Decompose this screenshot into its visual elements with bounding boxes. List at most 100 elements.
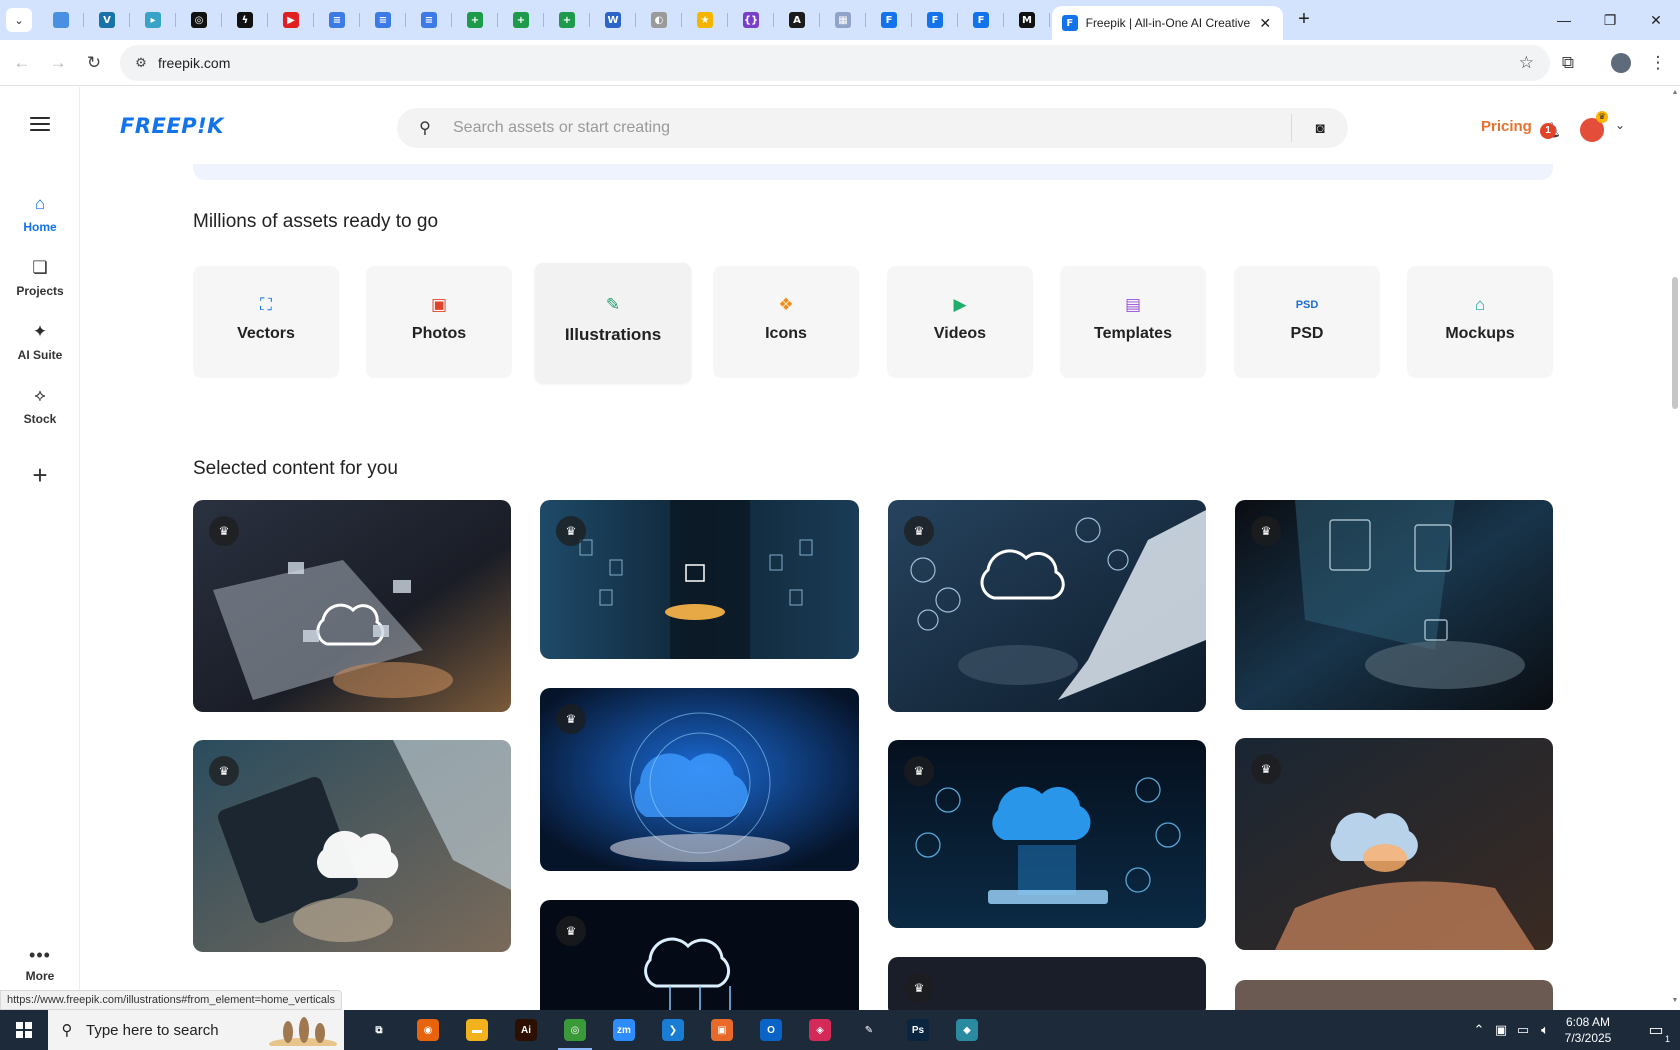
taskbar-clock[interactable]: 6:08 AM 7/3/2025 <box>1548 1014 1628 1046</box>
action-center-button[interactable]: ▭ 1 <box>1636 1010 1676 1050</box>
taskbar-app-creative-cloud[interactable]: ◈ <box>797 1010 843 1050</box>
pinned-tab[interactable]: ▸ <box>130 4 176 36</box>
taskbar-app-firefox[interactable]: ◉ <box>405 1010 451 1050</box>
search-input[interactable]: Search assets or start creating <box>453 119 1291 137</box>
category-videos[interactable]: ▶ Videos <box>887 266 1033 378</box>
pinned-tab[interactable]: ϟ <box>222 4 268 36</box>
sidebar-item-home[interactable]: ⌂ Home <box>0 192 80 234</box>
category-illustrations[interactable]: ✎ Illustrations <box>535 263 691 383</box>
network-icon[interactable]: ▭ <box>1512 1022 1534 1038</box>
taskbar-app-photoshop[interactable]: Ps <box>895 1010 941 1050</box>
gallery-card[interactable]: ♛ <box>1235 738 1553 950</box>
minimize-button[interactable]: — <box>1541 0 1587 40</box>
search-bar[interactable]: ⚲ Search assets or start creating ◙ <box>397 108 1348 148</box>
category-templates[interactable]: ▤ Templates <box>1060 266 1206 378</box>
pinned-tab[interactable]: V <box>84 4 130 36</box>
user-avatar[interactable]: ♛ <box>1580 111 1608 142</box>
gallery-card[interactable]: ♛ <box>888 957 1206 1010</box>
gallery-card[interactable]: ♛ <box>540 688 859 871</box>
taskbar-app-zoom[interactable]: zm <box>601 1010 647 1050</box>
taskbar-app-app-teal[interactable]: ◆ <box>944 1010 990 1050</box>
pinned-tab[interactable]: {} <box>728 4 774 36</box>
pinned-tab[interactable]: ▦ <box>820 4 866 36</box>
gallery-card[interactable]: ♛ <box>540 900 859 1010</box>
sidebar-more[interactable]: ••• More <box>0 946 80 983</box>
close-window-button[interactable]: ✕ <box>1633 0 1679 40</box>
pinned-tab[interactable]: M <box>1004 4 1050 36</box>
pinned-tab[interactable]: F <box>866 4 912 36</box>
taskbar-app-app-orange[interactable]: ▣ <box>699 1010 745 1050</box>
category-icons[interactable]: ❖ Icons <box>713 266 859 378</box>
pinned-tab[interactable]: ★ <box>682 4 728 36</box>
pinned-tab[interactable]: ◎ <box>176 4 222 36</box>
pricing-link[interactable]: Pricing <box>1481 118 1532 135</box>
menu-hamburger-icon[interactable] <box>30 117 50 135</box>
notifications-button[interactable]: 🔔︎ 1 <box>1540 121 1561 139</box>
restore-button[interactable]: ❐ <box>1587 0 1633 40</box>
pinned-tab[interactable]: W <box>590 4 636 36</box>
taskbar-app-pen-tool[interactable]: ✎ <box>846 1010 892 1050</box>
category-photos[interactable]: ▣ Photos <box>366 266 512 378</box>
search-icon[interactable]: ⚲ <box>397 118 453 138</box>
category-mockups[interactable]: ⌂ Mockups <box>1407 266 1553 378</box>
gallery-card[interactable]: ♛ <box>193 500 511 712</box>
tray-app-icon[interactable]: ▣ <box>1490 1022 1512 1038</box>
pinned-tab[interactable]: ◐ <box>636 4 682 36</box>
start-button[interactable] <box>0 1010 48 1050</box>
scrollbar-thumb[interactable] <box>1672 277 1678 409</box>
clock-time: 6:08 AM <box>1565 1015 1611 1029</box>
taskbar-app-vscode[interactable]: ❯ <box>650 1010 696 1050</box>
scroll-down-icon[interactable]: ▼ <box>1670 997 1680 1004</box>
sidebar-item-projects[interactable]: ❏ Projects <box>0 256 80 298</box>
gallery-card[interactable]: ♛ <box>540 500 859 659</box>
taskbar-app-illustrator[interactable]: Ai <box>503 1010 549 1050</box>
create-plus-button[interactable]: + <box>20 456 60 496</box>
gallery-card[interactable]: ♛ <box>888 740 1206 928</box>
taskbar-search[interactable]: ⚲ Type here to search <box>48 1010 344 1050</box>
scroll-up-icon[interactable]: ▲ <box>1670 89 1680 96</box>
gallery-card[interactable] <box>1235 980 1553 1010</box>
reload-button[interactable]: ↻ <box>81 50 107 76</box>
taskbar-search-text[interactable]: Type here to search <box>86 1022 219 1039</box>
url-text[interactable]: freepik.com <box>158 55 230 71</box>
taskbar-app-file-explorer[interactable]: ▬ <box>454 1010 500 1050</box>
pinned-tab[interactable]: ≡ <box>314 4 360 36</box>
freepik-logo[interactable]: FREEP!K <box>120 114 224 138</box>
new-tab-button[interactable]: + <box>1292 8 1316 32</box>
pinned-tab[interactable]: ≡ <box>360 4 406 36</box>
sidebar-item-ai-suite[interactable]: ✦ AI Suite <box>0 320 80 362</box>
gallery-card[interactable]: ♛ <box>193 740 511 952</box>
profile-avatar[interactable] <box>1608 50 1634 76</box>
page-scrollbar[interactable]: ▲ ▼ <box>1670 87 1680 1010</box>
extensions-icon[interactable]: ⧉ <box>1555 50 1581 76</box>
site-info-icon[interactable]: ⚙ <box>124 55 158 71</box>
category-vectors[interactable]: ⛶ Vectors <box>193 266 339 378</box>
pinned-tab[interactable]: + <box>452 4 498 36</box>
bookmark-star-icon[interactable]: ☆ <box>1519 53 1534 73</box>
browser-menu-icon[interactable]: ⋮ <box>1645 50 1671 76</box>
pinned-tab[interactable] <box>38 4 84 36</box>
taskbar-app-chrome[interactable]: ◎ <box>552 1010 598 1050</box>
sidebar-item-stock[interactable]: ⟡ Stock <box>0 384 80 426</box>
pinned-tab[interactable]: + <box>544 4 590 36</box>
forward-button[interactable]: → <box>45 50 71 76</box>
chevron-down-icon[interactable]: ⌄ <box>1615 118 1625 132</box>
taskbar-app-outlook[interactable]: O <box>748 1010 794 1050</box>
category-psd[interactable]: PSD PSD <box>1234 266 1380 378</box>
tab-search-button[interactable]: ⌄ <box>6 8 32 32</box>
pinned-tab[interactable]: F <box>958 4 1004 36</box>
pinned-tab[interactable]: + <box>498 4 544 36</box>
active-tab[interactable]: F Freepik | All-in-One AI Creative ✕ <box>1052 6 1283 40</box>
pinned-tab[interactable]: A <box>774 4 820 36</box>
taskbar-app-task-view[interactable]: ⧉ <box>356 1010 402 1050</box>
back-button[interactable]: ← <box>9 50 35 76</box>
close-tab-icon[interactable]: ✕ <box>1257 15 1273 32</box>
gallery-card[interactable]: ♛ <box>888 500 1206 712</box>
gallery-card[interactable]: ♛ <box>1235 500 1553 710</box>
address-bar[interactable]: ⚙ freepik.com ☆ <box>120 45 1550 81</box>
pinned-tab[interactable]: ▶ <box>268 4 314 36</box>
camera-search-icon[interactable]: ◙ <box>1292 120 1348 137</box>
tray-chevron-up-icon[interactable]: ⌃ <box>1468 1022 1490 1038</box>
pinned-tab[interactable]: F <box>912 4 958 36</box>
pinned-tab[interactable]: ≡ <box>406 4 452 36</box>
